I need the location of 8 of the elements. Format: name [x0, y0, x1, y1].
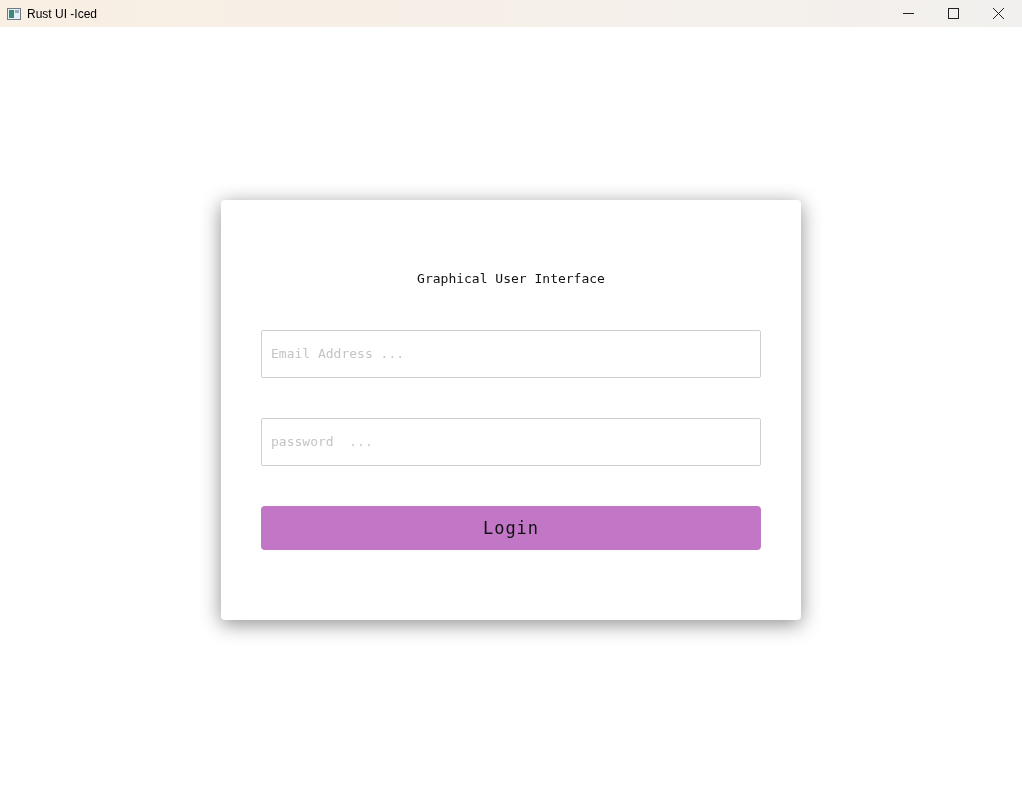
window-title: Rust UI -Iced	[27, 6, 98, 21]
login-button[interactable]: Login	[261, 505, 761, 550]
form-heading: Graphical User Interface	[416, 269, 606, 288]
password-field[interactable]: password ...	[261, 417, 761, 466]
close-icon[interactable]	[993, 8, 1004, 19]
app-icon	[7, 7, 21, 20]
email-field[interactable]: Email Address ...	[261, 329, 761, 378]
maximize-icon[interactable]	[948, 8, 959, 19]
